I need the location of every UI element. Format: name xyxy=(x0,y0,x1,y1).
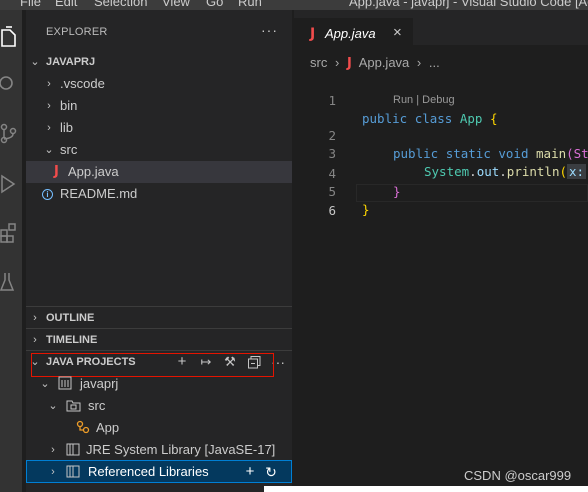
project-section-header[interactable]: ⌄ JAVAPRJ xyxy=(26,51,292,73)
line-number: 6 xyxy=(328,203,336,218)
tree-item-label: App.java xyxy=(68,164,119,179)
java-project-javaprj[interactable]: ⌄ javaprj xyxy=(26,373,292,395)
tree-item-label: App xyxy=(96,420,120,435)
tree-item-bin[interactable]: › bin xyxy=(26,95,292,117)
tree-item-vscode[interactable]: › .vscode xyxy=(26,73,292,95)
chevron-down-icon: ⌄ xyxy=(30,56,40,68)
explorer-more-button[interactable]: ··· xyxy=(261,22,278,38)
tab-label: App.java xyxy=(325,26,376,41)
breadcrumb-app-java[interactable]: App.java xyxy=(359,55,410,70)
java-file-icon: J xyxy=(346,56,352,71)
tree-item-label: bin xyxy=(60,98,78,113)
window-title: App.java - javaprj - Visual Studio Code … xyxy=(349,0,588,9)
codelens-run-debug[interactable]: Run | Debug xyxy=(393,94,455,106)
outline-section-header[interactable]: › OUTLINE xyxy=(26,307,292,329)
project-name: JAVAPRJ xyxy=(46,56,96,68)
chevron-right-icon: › xyxy=(51,466,55,478)
explorer-header: EXPLORER ··· xyxy=(26,22,292,44)
code-line[interactable]: 5 } xyxy=(294,165,588,217)
testing-icon[interactable] xyxy=(0,271,18,293)
breadcrumb: src › J App.java › ... xyxy=(310,55,444,73)
outline-title: OUTLINE xyxy=(46,312,95,324)
chevron-right-icon: › xyxy=(334,55,340,70)
chevron-right-icon: › xyxy=(51,444,55,456)
tree-item-label: JRE System Library [JavaSE-17] xyxy=(86,442,276,457)
chevron-right-icon: › xyxy=(47,122,51,134)
activity-bar xyxy=(0,10,22,492)
chevron-down-icon: ⌄ xyxy=(48,400,58,412)
breadcrumb-src[interactable]: src xyxy=(310,55,327,70)
menu-edit[interactable]: Edit xyxy=(55,0,77,9)
timeline-title: TIMELINE xyxy=(46,334,98,346)
explorer-title: EXPLORER xyxy=(46,26,108,38)
code-line[interactable]: 4 } xyxy=(294,147,588,199)
java-file-icon: J xyxy=(310,26,316,42)
class-icon xyxy=(76,417,90,439)
code-line[interactable]: 3 System.out.println(x: xyxy=(294,127,588,179)
chevron-right-icon: › xyxy=(47,100,51,112)
breadcrumb-more[interactable]: ... xyxy=(429,55,440,70)
line-number: 1 xyxy=(328,93,336,108)
java-file-icon: J xyxy=(54,164,59,179)
title-bar: File Edit Selection View Go Run App.java… xyxy=(0,0,588,10)
close-icon[interactable]: × xyxy=(393,24,402,41)
tree-item-label: src xyxy=(60,142,78,157)
tree-item-label: javaprj xyxy=(80,376,119,391)
project-icon xyxy=(58,373,72,395)
add-library-icon[interactable]: + xyxy=(241,461,259,483)
chevron-right-icon: › xyxy=(33,312,37,324)
code-line[interactable]: 6 xyxy=(294,184,588,218)
extensions-icon[interactable] xyxy=(0,221,18,243)
tree-item-label: .vscode xyxy=(60,76,105,91)
timeline-section-header[interactable]: › TIMELINE xyxy=(26,329,292,351)
library-icon xyxy=(66,439,80,461)
tab-bar: J App.java × xyxy=(294,10,588,53)
chevron-right-icon: › xyxy=(47,78,51,90)
code-line[interactable]: 2 public static void main(St xyxy=(294,109,588,161)
run-debug-icon[interactable] xyxy=(0,173,18,195)
chevron-right-icon: › xyxy=(33,334,37,346)
tree-item-label: Referenced Libraries xyxy=(88,464,209,479)
menu-go[interactable]: Go xyxy=(206,0,223,9)
java-project-app[interactable]: App xyxy=(26,417,292,439)
info-icon: i xyxy=(42,188,53,200)
menu-run[interactable]: Run xyxy=(238,0,262,9)
menu-file[interactable]: File xyxy=(20,0,41,9)
tree-item-src[interactable]: ⌄ src xyxy=(26,139,292,161)
code-line[interactable]: 1 public class App { xyxy=(294,74,588,126)
search-icon[interactable] xyxy=(0,72,18,94)
tree-item-lib[interactable]: › lib xyxy=(26,117,292,139)
library-icon xyxy=(66,461,80,483)
package-folder-icon xyxy=(66,395,81,417)
tree-item-label: src xyxy=(88,398,106,413)
tab-app-java[interactable]: J App.java × xyxy=(294,18,413,53)
tree-item-label: lib xyxy=(60,120,74,135)
java-project-referenced-libraries[interactable]: › Referenced Libraries + ↻ xyxy=(26,460,292,483)
chevron-right-icon: › xyxy=(416,55,422,70)
source-control-icon[interactable] xyxy=(0,122,18,144)
refresh-icon[interactable]: ↻ xyxy=(262,461,280,483)
watermark: CSDN @oscar999 xyxy=(464,468,572,483)
tree-item-label: README.md xyxy=(60,186,138,201)
editor-area: J App.java × src › J App.java › ... 1 pu… xyxy=(294,10,588,492)
chevron-down-icon: ⌄ xyxy=(44,144,54,156)
hover-tooltip xyxy=(264,486,588,492)
tree-item-app-java[interactable]: J App.java xyxy=(26,161,292,183)
tree-item-readme[interactable]: i README.md xyxy=(26,183,292,205)
sidebar: EXPLORER ··· ⌄ JAVAPRJ › .vscode › bin ›… xyxy=(26,10,292,492)
java-project-jre-library[interactable]: › JRE System Library [JavaSE-17] xyxy=(26,439,292,461)
chevron-down-icon: ⌄ xyxy=(40,378,50,390)
java-project-src[interactable]: ⌄ src xyxy=(26,395,292,417)
explorer-icon[interactable] xyxy=(0,26,18,48)
menu-selection[interactable]: Selection xyxy=(94,0,147,9)
menu-view[interactable]: View xyxy=(162,0,190,9)
